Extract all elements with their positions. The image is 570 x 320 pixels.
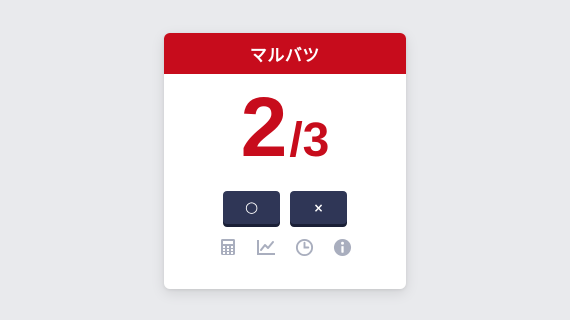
- answer-buttons: ○ ×: [164, 191, 406, 224]
- card-title: マルバツ: [250, 46, 320, 66]
- cross-answer-button[interactable]: ×: [290, 191, 347, 224]
- circle-label: ○: [244, 198, 259, 216]
- score-current: 2: [240, 80, 288, 174]
- calculator-icon[interactable]: [218, 237, 238, 257]
- quiz-card: マルバツ 2 / 3 ○ ×: [164, 33, 406, 289]
- card-header: マルバツ: [164, 33, 406, 74]
- score-display: 2 / 3: [164, 80, 406, 174]
- cross-label: ×: [313, 200, 324, 215]
- chart-icon[interactable]: [256, 237, 276, 257]
- tool-bar: [164, 237, 406, 257]
- page-background: マルバツ 2 / 3 ○ ×: [0, 0, 570, 320]
- info-icon[interactable]: [332, 237, 352, 257]
- score-total: 3: [302, 114, 330, 167]
- score-separator: /: [289, 114, 303, 167]
- circle-answer-button[interactable]: ○: [223, 191, 280, 224]
- clock-icon[interactable]: [294, 237, 314, 257]
